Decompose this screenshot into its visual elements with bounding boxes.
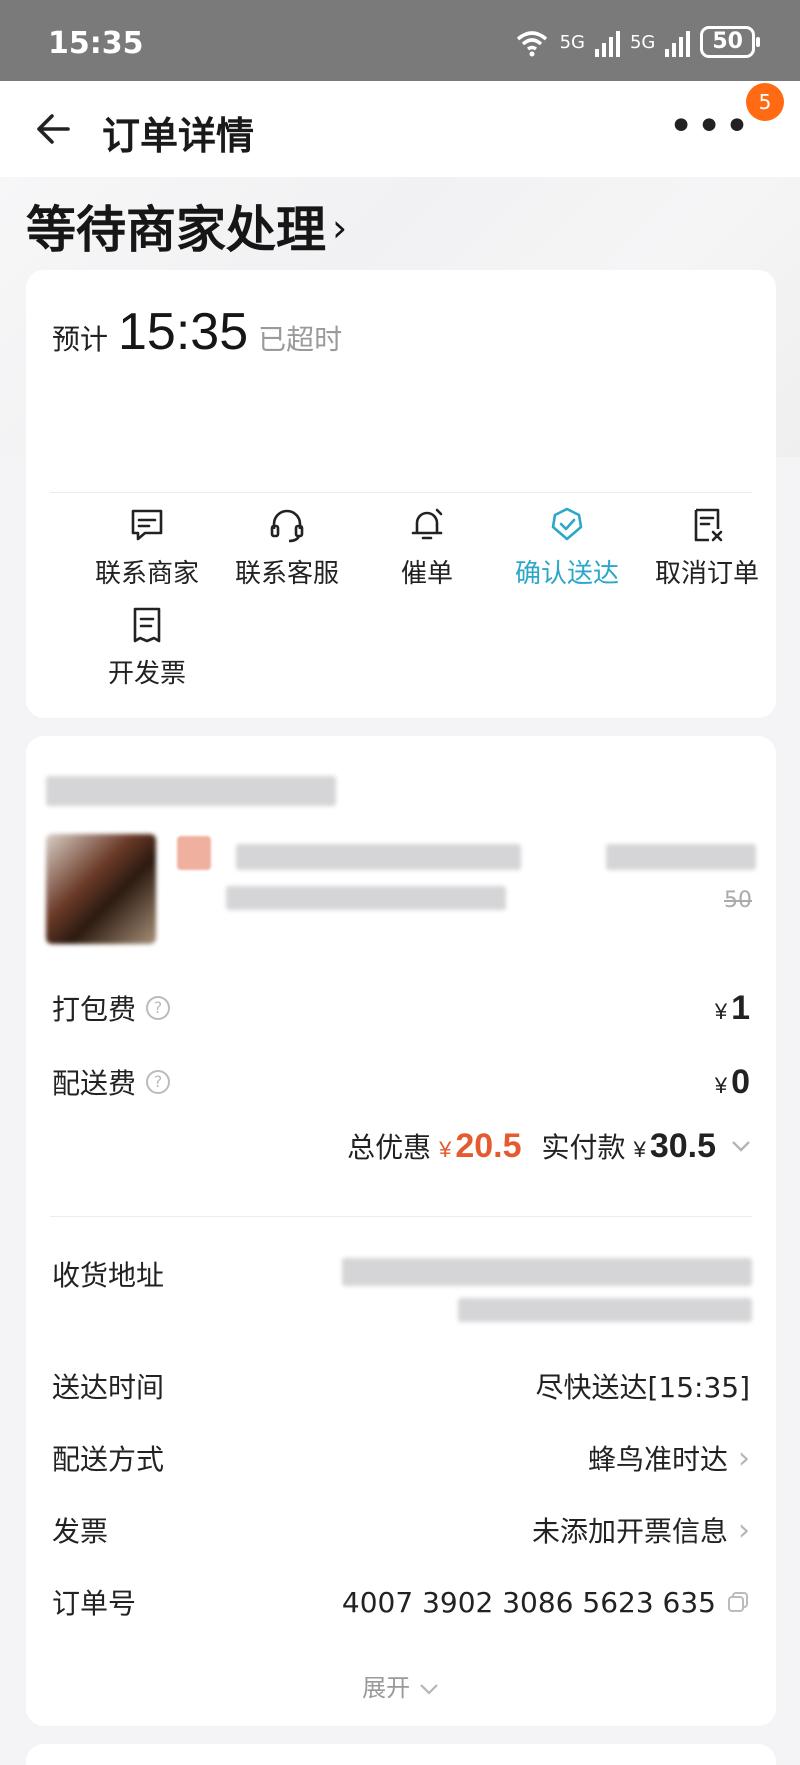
invoice-row[interactable]: 发票 未添加开票信息 › — [52, 1510, 750, 1550]
order-status-title[interactable]: 等待商家处理 › — [26, 190, 347, 262]
confirm-delivery-button[interactable]: 确认送达 — [497, 505, 637, 590]
chevron-down-icon — [420, 1684, 438, 1695]
paid-label: 实付款 — [541, 1131, 626, 1164]
eta-time: 15:35 — [118, 303, 249, 361]
delivery-time-label: 送达时间 — [52, 1371, 165, 1404]
invoice-value: 未添加开票信息 — [531, 1515, 728, 1548]
address-redacted — [342, 1258, 752, 1286]
action-label: 确认送达 — [514, 559, 619, 589]
help-icon[interactable]: ? — [146, 996, 171, 1020]
help-icon[interactable]: ? — [146, 1070, 171, 1094]
bell-icon — [411, 508, 443, 540]
issue-invoice-button[interactable]: 开发票 — [77, 605, 217, 690]
address-redacted-line2 — [458, 1298, 752, 1322]
delivery-fee-label: 配送费 — [52, 1067, 137, 1100]
action-label: 催单 — [400, 559, 453, 589]
more-menu-icon[interactable]: ••• — [668, 105, 752, 149]
delivery-time-row: 送达时间 尽快送达[15:35] — [52, 1366, 750, 1406]
delivery-method-row[interactable]: 配送方式 蜂鸟准时达 › — [52, 1438, 750, 1478]
item-name-redacted — [236, 844, 521, 870]
notification-badge: 5 — [746, 83, 784, 121]
network-label-1: 5G — [559, 31, 585, 53]
order-status-text: 等待商家处理 — [26, 201, 326, 259]
original-price: 50 — [724, 888, 752, 913]
signal-icon — [594, 27, 620, 57]
battery-icon: 50 — [700, 26, 760, 58]
address-label: 收货地址 — [52, 1259, 165, 1292]
chevron-down-icon — [732, 1141, 750, 1152]
item-thumbnail[interactable] — [46, 834, 156, 944]
status-icons: 5G 5G 50 — [514, 26, 760, 58]
signal-icon-2 — [665, 27, 691, 57]
order-number-label: 订单号 — [52, 1587, 137, 1620]
eta-prefix: 预计 — [52, 323, 109, 356]
nav-bar: 订单详情 ••• 5 — [0, 81, 800, 177]
eta-row: 预计 15:35 已超时 — [52, 302, 342, 362]
paid-value: ¥30.5 — [633, 1127, 716, 1165]
discount-label: 总优惠 — [347, 1131, 432, 1164]
clock: 15:35 — [48, 26, 144, 61]
divider — [50, 1216, 752, 1217]
delivery-time-value: 尽快送达[15:35] — [535, 1371, 750, 1404]
item-price-redacted — [606, 844, 756, 870]
chat-bubble-icon — [131, 509, 163, 541]
copy-icon[interactable] — [726, 1590, 750, 1614]
discount-value: ¥20.5 — [439, 1127, 522, 1165]
packing-fee-value: ¥1 — [714, 988, 750, 1027]
eta-overdue-note: 已超时 — [258, 323, 343, 356]
eta-card: 预计 15:35 已超时 联系商家 联系客服 催单 确认送达 取消订单 开发票 — [26, 270, 776, 718]
page-title: 订单详情 — [102, 114, 255, 158]
order-number-row: 订单号 4007 3902 3086 5623 635 — [52, 1582, 750, 1622]
totals-row[interactable]: 总优惠 ¥20.5 实付款 ¥30.5 — [347, 1126, 752, 1166]
delivery-fee-value: ¥0 — [714, 1062, 750, 1101]
delivery-method-label: 配送方式 — [52, 1443, 165, 1476]
contact-support-button[interactable]: 联系客服 — [217, 505, 357, 590]
action-label: 联系客服 — [234, 559, 339, 589]
divider — [50, 492, 752, 493]
check-shield-icon — [551, 507, 583, 541]
action-label: 开发票 — [107, 659, 186, 689]
invoice-label: 发票 — [52, 1515, 109, 1548]
cancel-doc-icon — [694, 508, 723, 542]
receipt-icon — [133, 607, 161, 643]
cancel-order-button[interactable]: 取消订单 — [637, 505, 777, 590]
contact-merchant-button[interactable]: 联系商家 — [77, 505, 217, 590]
chevron-right-icon: › — [738, 1512, 750, 1548]
expand-button[interactable]: 展开 — [26, 1668, 776, 1703]
status-bar: 15:35 5G 5G 50 — [0, 0, 800, 81]
chevron-right-icon: › — [332, 206, 348, 250]
chevron-right-icon: › — [738, 1440, 750, 1476]
action-label: 联系商家 — [94, 559, 199, 589]
packing-fee-label: 打包费 — [52, 993, 137, 1026]
wifi-icon — [516, 31, 547, 57]
expand-label: 展开 — [362, 1674, 411, 1702]
urge-order-button[interactable]: 催单 — [357, 505, 497, 590]
delivery-fee-row: 配送费? ¥0 — [52, 1062, 750, 1102]
action-label: 取消订单 — [654, 559, 759, 589]
delivery-method-value: 蜂鸟准时达 — [587, 1443, 728, 1476]
order-detail-card: 50 打包费? ¥1 配送费? ¥0 总优惠 ¥20.5 实付款 ¥30.5 收… — [26, 736, 776, 1726]
packing-fee-row: 打包费? ¥1 — [52, 988, 750, 1028]
next-card-peek — [26, 1744, 776, 1765]
back-arrow-icon[interactable] — [32, 107, 76, 151]
network-label-2: 5G — [629, 31, 656, 53]
promo-tag-icon — [177, 836, 211, 870]
headset-icon — [270, 509, 304, 543]
order-number-value: 4007 3902 3086 5623 635 — [341, 1585, 716, 1619]
shop-name-redacted[interactable] — [46, 776, 336, 806]
item-spec-redacted — [226, 886, 506, 910]
